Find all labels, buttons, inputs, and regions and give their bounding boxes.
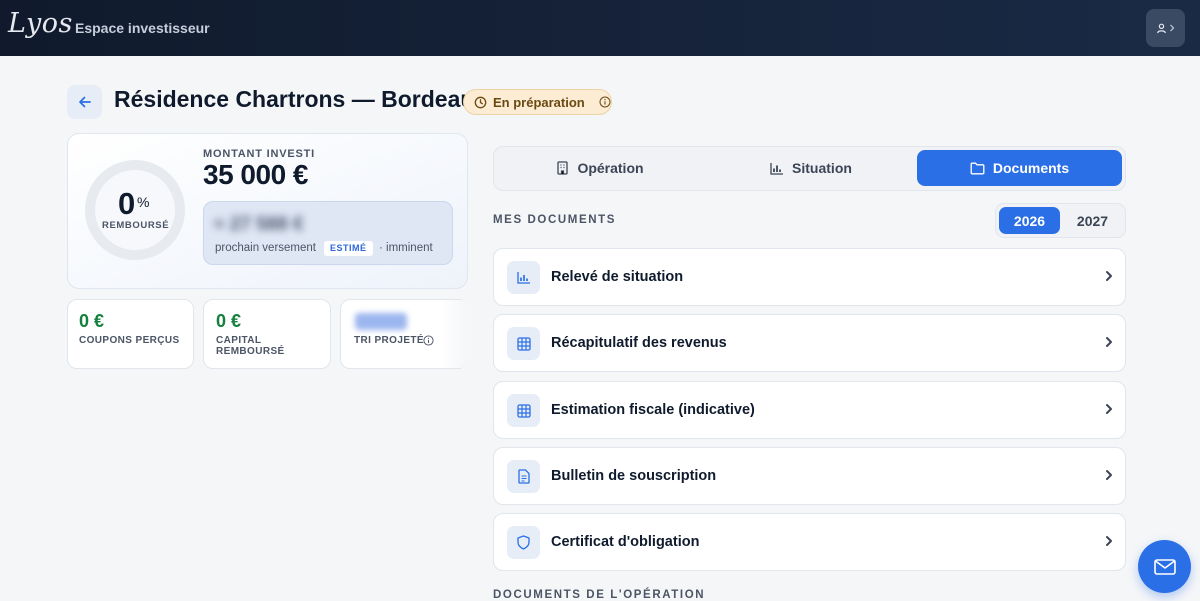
user-icon (1157, 23, 1166, 33)
document-row[interactable]: Relevé de situation (493, 248, 1126, 306)
space-label: Espace investisseur (75, 20, 210, 36)
arrow-left-icon (78, 96, 91, 108)
repayment-percent-value: 0 (118, 186, 136, 221)
chevron-right-icon (1170, 24, 1175, 32)
tab-operation-label: Opération (577, 160, 644, 176)
status-badge: En préparation (463, 89, 612, 115)
document-label: Relevé de situation (551, 269, 684, 285)
stat-capital-value: 0 € (216, 311, 242, 331)
tab-documents[interactable]: Documents (917, 150, 1122, 186)
status-text: En préparation (493, 94, 585, 110)
stat-tri-label: TRI PROJETÉ (354, 335, 424, 346)
year-option-2027[interactable]: 2027 (1063, 207, 1122, 234)
chart-icon (507, 261, 540, 294)
mail-icon (1153, 558, 1176, 575)
info-icon[interactable] (599, 96, 611, 108)
next-payment-label: prochain versement (215, 242, 316, 254)
document-row[interactable]: Estimation fiscale (indicative) (493, 381, 1126, 439)
clock-icon (474, 96, 487, 108)
document-row[interactable]: Certificat d'obligation (493, 513, 1126, 571)
stat-fade-overlay (440, 300, 470, 368)
repayment-percent-unit: % (137, 194, 150, 210)
next-payment-timing: · imminent (379, 242, 433, 254)
document-label: Récapitulatif des revenus (551, 335, 727, 351)
document-label: Certificat d'obligation (551, 534, 700, 550)
stat-coupons-label: COUPONS PERÇUS (79, 335, 180, 346)
section-title-operation-documents: DOCUMENTS DE L'OPÉRATION (493, 589, 706, 601)
repayment-label: REMBOURSÉ (102, 220, 170, 231)
shield-icon (507, 526, 540, 559)
year-option-2026[interactable]: 2026 (999, 207, 1060, 234)
page-title: Résidence Chartrons — Bordeaux (114, 86, 488, 112)
stat-card-coupons (67, 299, 194, 369)
stat-tri-value (355, 313, 407, 330)
document-row[interactable]: Récapitulatif des revenus (493, 314, 1126, 372)
document-icon (507, 460, 540, 493)
tab-operation[interactable]: Opération (497, 150, 703, 186)
chevron-right-icon (1106, 404, 1112, 414)
logo[interactable]: Lyos (8, 8, 73, 39)
folder-icon (970, 162, 985, 174)
chevron-right-icon (1106, 337, 1112, 347)
document-row[interactable]: Bulletin de souscription (493, 447, 1126, 505)
tab-situation-label: Situation (792, 160, 852, 176)
next-payment-amount: ≈ 27 588 € (214, 214, 304, 235)
building-icon (557, 161, 569, 175)
chevron-right-icon (1106, 271, 1112, 281)
info-icon[interactable] (423, 335, 434, 346)
estimated-badge: ESTIMÉ (324, 241, 373, 256)
chevron-right-icon (1106, 470, 1112, 480)
tab-documents-label: Documents (992, 160, 1070, 176)
stat-card-capital (203, 299, 331, 369)
user-menu-button[interactable] (1146, 9, 1185, 47)
tab-situation[interactable]: Situation (708, 150, 914, 186)
document-label: Estimation fiscale (indicative) (551, 402, 755, 418)
contact-mail-button[interactable] (1138, 540, 1191, 593)
table-icon (507, 327, 540, 360)
bar-chart-icon (770, 162, 784, 175)
section-title-my-documents: MES DOCUMENTS (493, 214, 617, 226)
stat-capital-label-line2: REMBOURSÉ (216, 346, 285, 357)
invested-amount-value: 35 000 € (203, 159, 309, 190)
document-label: Bulletin de souscription (551, 468, 717, 484)
chevron-right-icon (1106, 536, 1112, 546)
table-icon (507, 394, 540, 427)
back-button[interactable] (67, 85, 102, 119)
stat-coupons-value: 0 € (79, 311, 105, 331)
